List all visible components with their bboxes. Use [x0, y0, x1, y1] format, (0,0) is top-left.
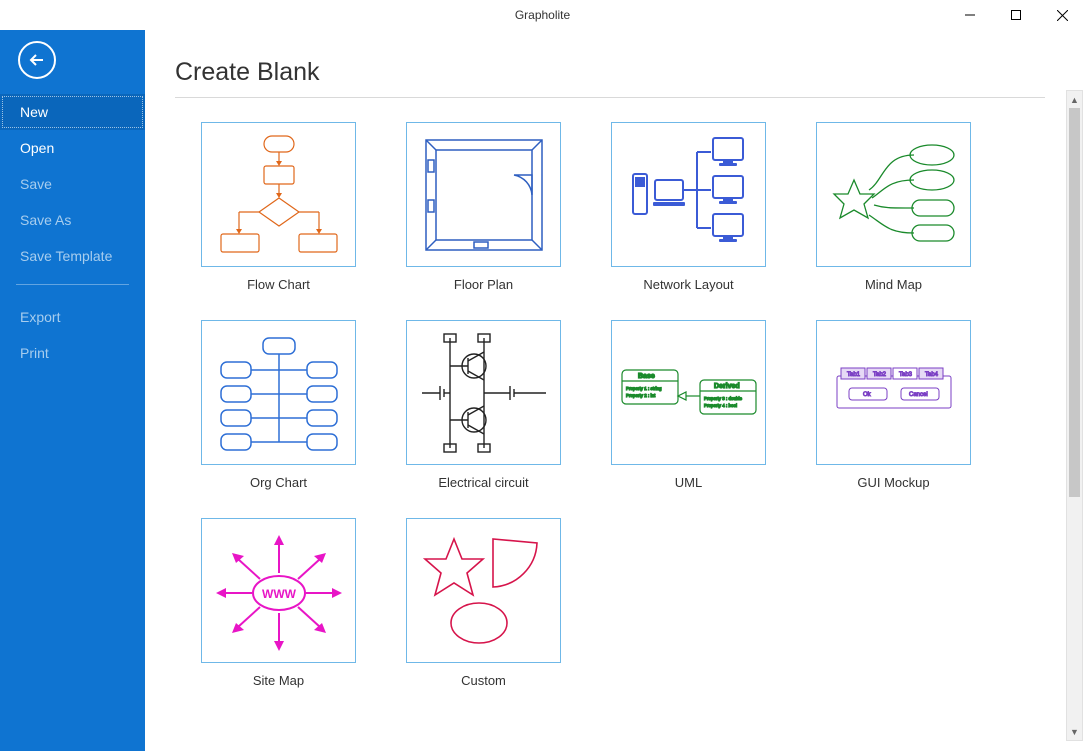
window-controls — [947, 0, 1085, 30]
template-label: Floor Plan — [454, 277, 513, 292]
template-card-sitemap[interactable]: WWW — [201, 518, 356, 688]
floorplan-icon — [414, 130, 554, 260]
maximize-icon — [1011, 10, 1021, 20]
arrow-left-icon — [28, 51, 46, 69]
template-label: Site Map — [253, 673, 304, 688]
svg-text:Cancel: Cancel — [909, 392, 928, 398]
template-grid: Flow Chart — [175, 122, 1045, 688]
template-card-uml[interactable]: Base Property 1 : string Property 2 : in… — [611, 320, 766, 490]
sitemap-icon: WWW — [204, 521, 354, 661]
page-title: Create Blank — [175, 58, 1045, 87]
vertical-scrollbar[interactable]: ▲ ▼ — [1066, 90, 1083, 741]
template-thumb — [201, 122, 356, 267]
template-label: Flow Chart — [247, 277, 310, 292]
template-thumb — [406, 518, 561, 663]
svg-text:WWW: WWW — [262, 587, 297, 601]
svg-text:Property 4 : bool: Property 4 : bool — [704, 403, 737, 408]
sidebar-item-open[interactable]: Open — [0, 130, 145, 166]
sidebar-item-save-as[interactable]: Save As — [0, 202, 145, 238]
scroll-thumb[interactable] — [1069, 108, 1080, 497]
close-icon — [1057, 10, 1068, 21]
template-card-orgchart[interactable]: Org Chart — [201, 320, 356, 490]
sidebar: New Open Save Save As Save Template Expo… — [0, 30, 145, 751]
template-label: Network Layout — [643, 277, 733, 292]
template-thumb — [406, 122, 561, 267]
svg-text:Base: Base — [638, 373, 655, 380]
sidebar-divider — [16, 284, 129, 285]
mindmap-icon — [824, 130, 964, 260]
sidebar-item-export[interactable]: Export — [0, 299, 145, 335]
electrical-icon — [414, 328, 554, 458]
flowchart-icon — [209, 130, 349, 260]
orgchart-icon — [209, 328, 349, 458]
sidebar-item-label: Save Template — [20, 248, 112, 264]
template-label: Electrical circuit — [438, 475, 528, 490]
template-thumb: Tab1 Tab2 Tab3 Tab4 Ok Cancel — [816, 320, 971, 465]
sidebar-item-label: New — [20, 104, 48, 120]
titlebar: Grapholite — [0, 0, 1085, 30]
svg-text:Tab3: Tab3 — [899, 372, 913, 378]
main-content: Create Blank — [145, 30, 1085, 751]
custom-icon — [409, 521, 559, 661]
svg-text:Ok: Ok — [863, 392, 872, 398]
sidebar-item-save[interactable]: Save — [0, 166, 145, 202]
template-label: GUI Mockup — [857, 475, 929, 490]
template-thumb — [611, 122, 766, 267]
template-thumb: WWW — [201, 518, 356, 663]
sidebar-item-label: Open — [20, 140, 54, 156]
sidebar-item-save-template[interactable]: Save Template — [0, 238, 145, 274]
scroll-down-icon[interactable]: ▼ — [1067, 723, 1082, 740]
svg-text:Property 2 : int: Property 2 : int — [626, 393, 656, 398]
sidebar-item-label: Save As — [20, 212, 71, 228]
template-label: Org Chart — [250, 475, 307, 490]
svg-text:Property 1 : string: Property 1 : string — [626, 386, 662, 391]
template-label: Mind Map — [865, 277, 922, 292]
back-button[interactable] — [18, 41, 56, 79]
close-button[interactable] — [1039, 0, 1085, 30]
template-thumb: Base Property 1 : string Property 2 : in… — [611, 320, 766, 465]
sidebar-top — [0, 30, 145, 90]
sidebar-item-label: Print — [20, 345, 49, 361]
sidebar-item-print[interactable]: Print — [0, 335, 145, 371]
scroll-up-icon[interactable]: ▲ — [1067, 91, 1082, 108]
app-window: Grapholite — [0, 0, 1085, 751]
template-card-floorplan[interactable]: Floor Plan — [406, 122, 561, 292]
minimize-icon — [965, 10, 975, 20]
divider — [175, 97, 1045, 98]
svg-text:Tab1: Tab1 — [847, 372, 861, 378]
template-label: UML — [675, 475, 702, 490]
template-card-custom[interactable]: Custom — [406, 518, 561, 688]
svg-text:Tab4: Tab4 — [925, 372, 939, 378]
sidebar-item-label: Save — [20, 176, 52, 192]
window-title: Grapholite — [515, 8, 570, 22]
template-card-electrical[interactable]: Electrical circuit — [406, 320, 561, 490]
gui-icon: Tab1 Tab2 Tab3 Tab4 Ok Cancel — [819, 328, 969, 458]
network-icon — [619, 130, 759, 260]
template-thumb — [816, 122, 971, 267]
sidebar-item-new[interactable]: New — [0, 94, 145, 130]
template-card-network[interactable]: Network Layout — [611, 122, 766, 292]
svg-text:Property 3 : double: Property 3 : double — [704, 396, 743, 401]
sidebar-items: New Open Save Save As Save Template Expo… — [0, 94, 145, 371]
template-card-mindmap[interactable]: Mind Map — [816, 122, 971, 292]
template-card-gui[interactable]: Tab1 Tab2 Tab3 Tab4 Ok Cancel — [816, 320, 971, 490]
sidebar-item-label: Export — [20, 309, 60, 325]
uml-icon: Base Property 1 : string Property 2 : in… — [614, 328, 764, 458]
template-card-flowchart[interactable]: Flow Chart — [201, 122, 356, 292]
template-thumb — [201, 320, 356, 465]
template-thumb — [406, 320, 561, 465]
maximize-button[interactable] — [993, 0, 1039, 30]
template-label: Custom — [461, 673, 506, 688]
svg-text:Derived: Derived — [714, 383, 740, 390]
svg-text:Tab2: Tab2 — [873, 372, 887, 378]
minimize-button[interactable] — [947, 0, 993, 30]
